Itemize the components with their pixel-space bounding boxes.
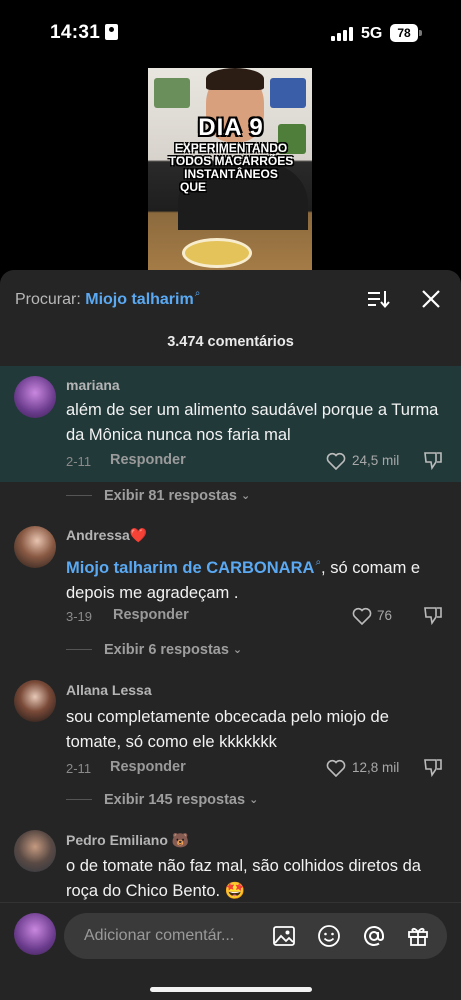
heart-icon[interactable] [326, 452, 346, 470]
view-replies-button[interactable]: Exibir 145 respostas ⌄ [66, 792, 258, 808]
avatar[interactable] [14, 680, 56, 722]
like-count: 24,5 mil [352, 453, 400, 468]
avatar[interactable] [14, 830, 56, 872]
sort-icon[interactable] [368, 290, 390, 308]
video-caption-day: DIA 9 [198, 114, 264, 141]
view-replies-label: Exibir 6 respostas [104, 642, 229, 658]
comments-panel: Procurar: Miojo talharim⌕ 3.474 comentár… [0, 270, 461, 1000]
comment-composer: Adicionar comentár... [0, 902, 461, 1000]
heart-icon[interactable] [326, 759, 346, 777]
chevron-down-icon: ⌄ [249, 794, 259, 806]
battery-level: 78 [390, 24, 418, 42]
dislike-icon[interactable] [423, 450, 443, 470]
video-caption-line: QUE [180, 180, 207, 194]
comment-item: mariana além de ser um alimento saudável… [0, 366, 461, 482]
search-suggestion[interactable]: Procurar: Miojo talharim⌕ [15, 288, 200, 309]
search-link[interactable]: Miojo talharim de CARBONARA [66, 559, 314, 577]
status-time: 14:31 [50, 22, 119, 44]
battery-icon: 78 [390, 24, 422, 42]
video-caption-line: INSTANTÂNEOS [184, 167, 278, 181]
like-count: 76 [377, 608, 393, 623]
dislike-icon[interactable] [423, 605, 443, 625]
noodle-bowl [182, 238, 252, 268]
video-thumbnail[interactable]: DIA 9 EXPERIMENTANDO TODOS MACARRÕES INS… [148, 68, 312, 272]
comment-item: Allana Lessa sou completamente obcecada … [0, 674, 461, 794]
image-icon[interactable] [272, 924, 296, 948]
comment-username[interactable]: Pedro Emiliano 🐻 [66, 832, 189, 849]
chevron-down-icon: ⌄ [232, 644, 243, 656]
comment-item: Pedro Emiliano 🐻 o de tomate não faz mal… [0, 824, 461, 904]
comment-date: 3-19 [66, 609, 93, 624]
view-replies-button[interactable]: Exibir 81 respostas ⌄ [66, 488, 250, 504]
comment-username[interactable]: mariana [66, 377, 120, 393]
comment-item: Andressa❤️ Miojo talharim de CARBONARA⌕,… [0, 520, 461, 640]
comment-count: 3.474 comentários [167, 334, 294, 350]
search-query[interactable]: Miojo talharim [85, 291, 193, 308]
video-caption: DIA 9 EXPERIMENTANDO TODOS MACARRÕES INS… [156, 114, 306, 194]
chevron-down-icon: ⌄ [241, 490, 251, 502]
comment-input[interactable]: Adicionar comentár... [64, 913, 447, 959]
view-replies-label: Exibir 145 respostas [104, 792, 246, 808]
comment-date: 2-11 [66, 761, 92, 776]
view-replies-label: Exibir 81 respostas [104, 488, 237, 504]
dislike-icon[interactable] [423, 757, 443, 777]
gift-icon[interactable] [406, 924, 430, 948]
close-icon[interactable] [420, 288, 442, 310]
avatar[interactable] [14, 526, 56, 568]
like-count: 12,8 mil [352, 760, 400, 775]
comment-username[interactable]: Allana Lessa [66, 682, 152, 698]
comment-input-placeholder: Adicionar comentár... [84, 927, 235, 944]
heart-icon[interactable] [352, 607, 372, 625]
comment-text: sou completamente obcecada pelo miojo de… [66, 708, 389, 751]
reply-button[interactable]: Responder [113, 607, 189, 623]
clock: 14:31 [50, 22, 101, 43]
comment-date: 2-11 [66, 454, 92, 469]
comment-username[interactable]: Andressa❤️ [66, 527, 147, 544]
network-type: 5G [361, 25, 383, 42]
mention-icon[interactable] [362, 924, 386, 948]
search-icon: ⌕ [194, 288, 201, 299]
view-replies-button[interactable]: Exibir 6 respostas ⌄ [66, 642, 242, 658]
status-bar: 14:31 5G 78 [0, 0, 461, 68]
home-indicator[interactable] [150, 987, 312, 992]
shelf-toy [154, 78, 190, 108]
contact-card-icon [105, 24, 119, 40]
search-label: Procurar: [15, 291, 81, 308]
comment-text: além de ser um alimento saudável porque … [66, 401, 439, 444]
my-avatar[interactable] [14, 913, 56, 955]
signal-icon [331, 27, 353, 41]
person-hair [206, 68, 264, 90]
comment-text: o de tomate não faz mal, são colhidos di… [66, 857, 421, 900]
reply-button[interactable]: Responder [110, 759, 186, 775]
shelf-toy [270, 78, 306, 108]
comment-text: Miojo talharim de CARBONARA⌕, só comam e… [66, 550, 446, 606]
reply-button[interactable]: Responder [110, 452, 186, 468]
avatar[interactable] [14, 376, 56, 418]
emoji-icon[interactable] [317, 924, 341, 948]
